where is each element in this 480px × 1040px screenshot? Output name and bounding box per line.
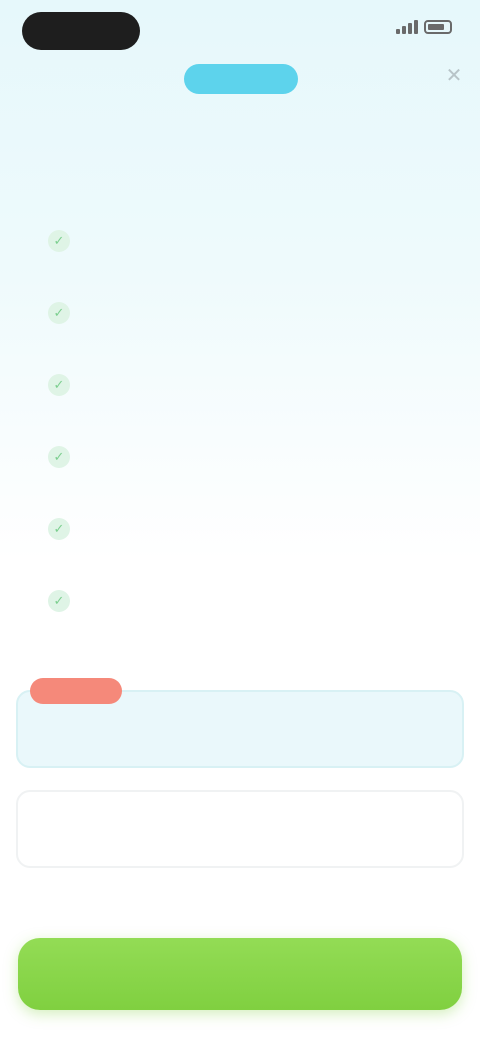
check-icon: ✓ (48, 518, 70, 540)
plan-option-monthly[interactable] (16, 790, 464, 868)
feature-item: ✓ (48, 370, 448, 442)
discount-badge (30, 678, 122, 704)
feature-item: ✓ (48, 226, 448, 298)
subscribe-button[interactable] (18, 938, 462, 1010)
status-bar (0, 0, 480, 60)
check-icon: ✓ (48, 590, 70, 612)
battery-icon (424, 20, 452, 34)
feature-item: ✓ (48, 442, 448, 514)
check-icon: ✓ (48, 230, 70, 252)
plan-selector (16, 678, 464, 868)
feature-item: ✓ (48, 298, 448, 370)
status-icons (396, 20, 452, 34)
check-icon: ✓ (48, 446, 70, 468)
feature-item: ✓ (48, 514, 448, 586)
feature-list: ✓ ✓ ✓ ✓ ✓ ✓ (48, 226, 448, 658)
check-icon: ✓ (48, 374, 70, 396)
status-time (22, 12, 140, 50)
feature-item: ✓ (48, 586, 448, 658)
check-icon: ✓ (48, 302, 70, 324)
signal-icon (396, 20, 418, 34)
close-icon[interactable]: ✕ (440, 62, 468, 90)
premium-badge (184, 64, 298, 94)
